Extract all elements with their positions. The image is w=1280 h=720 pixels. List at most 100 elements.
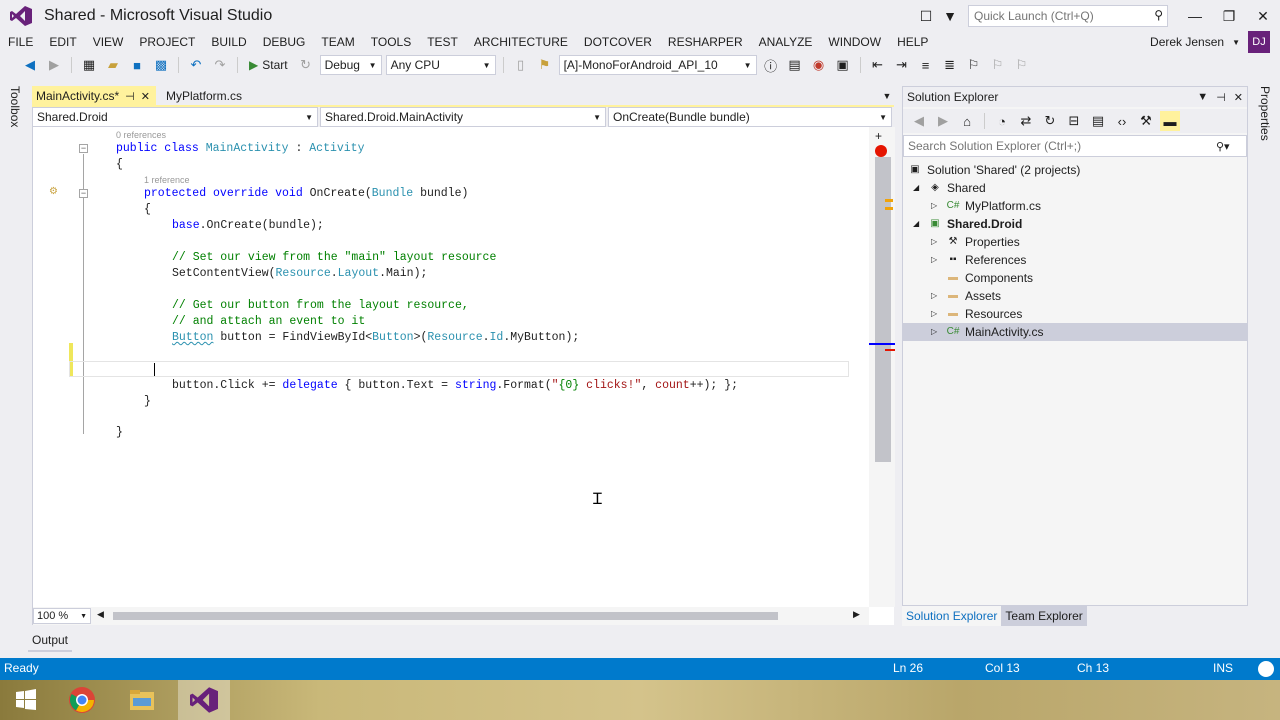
redo-icon[interactable]: ↷	[210, 55, 230, 75]
menu-help[interactable]: HELP	[889, 32, 936, 52]
tab-team-explorer[interactable]: Team Explorer	[1001, 606, 1087, 626]
terminal-icon[interactable]: ▣	[833, 55, 853, 75]
navigate-forward-icon[interactable]: ▶	[44, 55, 64, 75]
menu-analyze[interactable]: ANALYZE	[751, 32, 821, 52]
undo-icon[interactable]: ↶	[186, 55, 206, 75]
tree-item-solution[interactable]: ▣ Solution 'Shared' (2 projects)	[907, 161, 1080, 179]
solution-configuration-select[interactable]: Debug ▼	[319, 55, 382, 75]
tree-item-references[interactable]: ▷ ▪▪ References	[931, 251, 1026, 269]
maximize-button[interactable]: ❐	[1212, 0, 1246, 32]
tree-item-mainactivity[interactable]: ▷ C# MainActivity.cs	[903, 323, 1247, 341]
pin-icon[interactable]: ⊣	[1216, 91, 1226, 104]
find-icon[interactable]: ⚑	[535, 55, 555, 75]
back-icon[interactable]: ◀	[909, 111, 929, 131]
navigate-back-icon[interactable]: ◀	[20, 55, 40, 75]
bookmark-next-icon[interactable]: ⚐	[1012, 55, 1032, 75]
output-panel-tab[interactable]: Output	[28, 630, 72, 652]
minimize-button[interactable]: —	[1178, 0, 1212, 32]
save-icon[interactable]: ■	[127, 55, 147, 75]
home-icon[interactable]: ⌂	[957, 111, 977, 131]
close-window-button[interactable]: ✕	[1246, 0, 1280, 32]
collapsed-icon[interactable]: ▷	[931, 323, 941, 341]
chevron-down-icon[interactable]: ▼	[880, 86, 894, 106]
collapsed-icon[interactable]: ▷	[931, 197, 941, 215]
solution-search-box[interactable]: ⚲▾	[903, 135, 1247, 157]
forward-icon[interactable]: ▶	[933, 111, 953, 131]
menu-project[interactable]: PROJECT	[131, 32, 203, 52]
bookmark-icon[interactable]: ⚐	[964, 55, 984, 75]
new-project-icon[interactable]: ▦	[79, 55, 99, 75]
quick-launch-box[interactable]: ⚲	[968, 5, 1168, 27]
split-icon[interactable]: +	[875, 129, 882, 143]
code-editor[interactable]: − − ⚙ 0 references public class MainActi…	[32, 127, 895, 625]
scrollbar-thumb[interactable]	[875, 157, 891, 462]
pending-changes-icon[interactable]: ◔	[992, 111, 1012, 131]
tree-item-myplatform[interactable]: ▷ C# MyPlatform.cs	[931, 197, 1041, 215]
layout-icon[interactable]: ▤	[785, 55, 805, 75]
device-icon[interactable]: ▯	[511, 55, 531, 75]
tree-item-properties[interactable]: ▷ ⚒ Properties	[931, 233, 1020, 251]
properties-tab[interactable]: Properties	[1258, 86, 1272, 141]
close-icon[interactable]: ✕	[141, 90, 150, 103]
chrome-taskbar-button[interactable]	[56, 680, 108, 720]
pin-icon[interactable]: ⊣	[125, 90, 135, 103]
user-account[interactable]: Derek Jensen ▼ DJ	[1150, 31, 1270, 53]
visual-studio-taskbar-button[interactable]	[178, 680, 230, 720]
menu-tools[interactable]: TOOLS	[363, 32, 419, 52]
menu-architecture[interactable]: ARCHITECTURE	[466, 32, 576, 52]
codelens-indicator-icon[interactable]: ⚙	[49, 186, 58, 197]
solution-search-input[interactable]	[908, 139, 1208, 153]
view-code-icon[interactable]: ‹›	[1112, 111, 1132, 131]
tab-myplatform[interactable]: MyPlatform.cs	[156, 86, 248, 106]
quick-launch-input[interactable]	[969, 6, 1139, 26]
target-device-select[interactable]: [A]-MonoForAndroid_API_10 ▼	[558, 55, 757, 75]
toolbox-tab[interactable]: Toolbox	[8, 86, 22, 127]
sync-icon[interactable]: ⇄	[1016, 111, 1036, 131]
member-dropdown[interactable]: OnCreate(Bundle bundle) ▼	[608, 107, 892, 127]
menu-dotcover[interactable]: DOTCOVER	[576, 32, 660, 52]
menu-window[interactable]: WINDOW	[820, 32, 889, 52]
tree-item-components[interactable]: ▬ Components	[931, 269, 1033, 287]
comment-icon[interactable]: ≡	[916, 55, 936, 75]
expanded-icon[interactable]: ◢	[913, 179, 923, 197]
start-debugging-button[interactable]: ▶ Start	[245, 58, 292, 72]
scroll-left-icon[interactable]: ◀	[97, 609, 104, 620]
menu-edit[interactable]: EDIT	[41, 32, 84, 52]
method-references-codelens[interactable]: 1 reference	[144, 174, 190, 186]
tab-solution-explorer[interactable]: Solution Explorer	[902, 606, 1002, 626]
project-dropdown[interactable]: Shared.Droid ▼	[32, 107, 318, 127]
uncomment-icon[interactable]: ≣	[940, 55, 960, 75]
save-all-icon[interactable]: ▩	[151, 55, 171, 75]
show-all-files-icon[interactable]: ▤	[1088, 111, 1108, 131]
open-file-icon[interactable]: ▰	[103, 55, 123, 75]
type-dropdown[interactable]: Shared.Droid.MainActivity ▼	[320, 107, 606, 127]
feedback-icon[interactable]: ☐	[914, 4, 938, 28]
tree-item-shared[interactable]: ◢ ◈ Shared	[913, 179, 986, 197]
close-icon[interactable]: ✕	[1234, 91, 1243, 104]
properties-icon[interactable]: ⚒	[1136, 111, 1156, 131]
expanded-icon[interactable]: ◢	[913, 215, 923, 233]
vertical-scrollbar[interactable]: +	[869, 127, 895, 607]
horizontal-scrollbar[interactable]: 100 % ▼ ◀ ▶	[33, 607, 869, 625]
info-icon[interactable]: ⓘ	[761, 55, 781, 75]
menu-team[interactable]: TEAM	[313, 32, 362, 52]
collapsed-icon[interactable]: ▷	[931, 251, 941, 269]
collapsed-icon[interactable]: ▷	[931, 287, 941, 305]
collapsed-icon[interactable]: ▷	[931, 305, 941, 323]
bookmark-prev-icon[interactable]: ⚐	[988, 55, 1008, 75]
menu-file[interactable]: FILE	[0, 32, 41, 52]
notification-icon[interactable]	[1258, 661, 1274, 677]
refresh-icon[interactable]: ↻	[296, 55, 316, 75]
tree-item-resources[interactable]: ▷ ▬ Resources	[931, 305, 1022, 323]
outdent-icon[interactable]: ⇥	[892, 55, 912, 75]
preview-icon[interactable]: ▬	[1160, 111, 1180, 131]
chevron-down-icon[interactable]: ▼	[1197, 91, 1208, 104]
zoom-select[interactable]: 100 % ▼	[33, 608, 91, 624]
android-icon[interactable]: ◉	[809, 55, 829, 75]
tab-mainactivity[interactable]: MainActivity.cs* ⊣ ✕	[32, 86, 156, 106]
collapse-all-icon[interactable]: ⊟	[1064, 111, 1084, 131]
menu-view[interactable]: VIEW	[85, 32, 132, 52]
menu-debug[interactable]: DEBUG	[255, 32, 314, 52]
menu-test[interactable]: TEST	[419, 32, 466, 52]
indent-icon[interactable]: ⇤	[868, 55, 888, 75]
